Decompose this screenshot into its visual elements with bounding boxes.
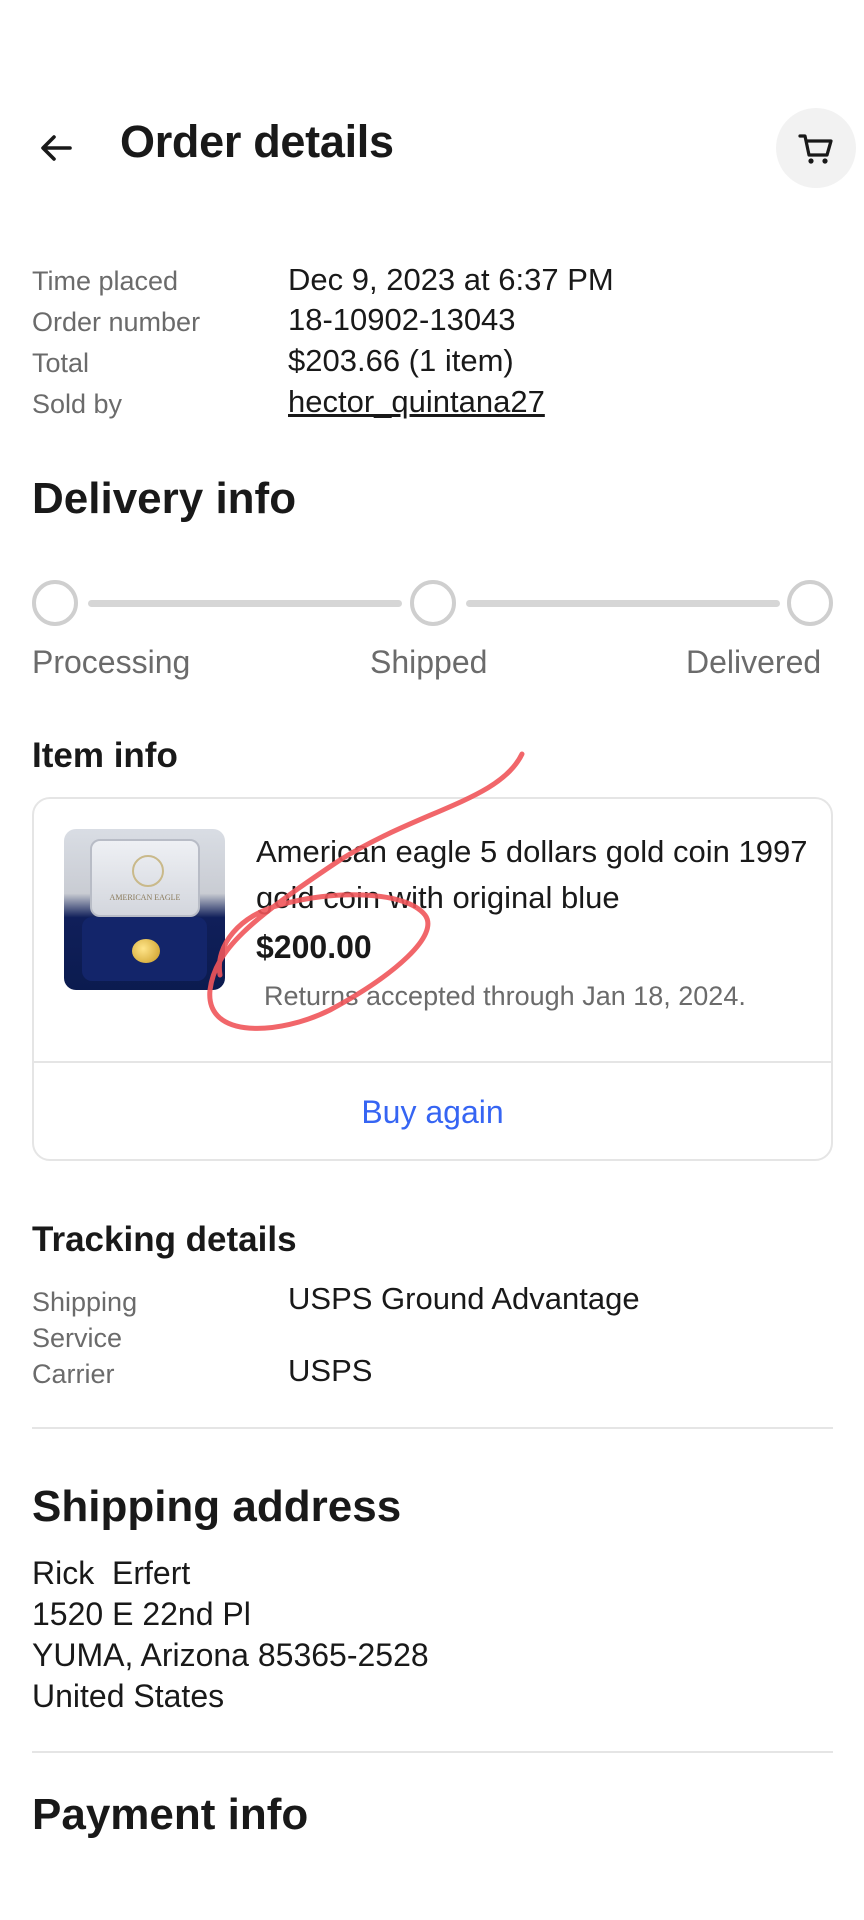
arrow-left-icon bbox=[41, 135, 72, 161]
section-divider bbox=[32, 1427, 833, 1429]
delivery-info-heading: Delivery info bbox=[32, 474, 297, 523]
shipping-service-label: Shipping Service bbox=[32, 1287, 138, 1353]
address-street: 1520 E 22nd Pl bbox=[32, 1596, 251, 1632]
cart-icon bbox=[798, 134, 833, 164]
box-lid-caption: AMERICAN EAGLE bbox=[109, 893, 181, 902]
item-card[interactable]: AMERICAN EAGLE American eagle 5 dollars … bbox=[32, 797, 833, 1161]
shipping-service-value: USPS Ground Advantage bbox=[288, 1281, 640, 1316]
order-number-value: 18-10902-13043 bbox=[288, 302, 516, 337]
address-city-line: YUMA, Arizona 85365-2528 bbox=[32, 1637, 429, 1673]
returns-note: Returns accepted through Jan 18, 2024. bbox=[264, 981, 746, 1011]
total-label: Total bbox=[32, 348, 90, 378]
sold-by-label: Sold by bbox=[32, 389, 123, 419]
total-value: $203.66 (1 item) bbox=[288, 343, 514, 378]
progress-track bbox=[466, 600, 780, 607]
coin-box-lid: AMERICAN EAGLE bbox=[90, 839, 200, 917]
carrier-label: Carrier bbox=[32, 1359, 115, 1389]
back-button[interactable] bbox=[30, 122, 82, 174]
carrier-value: USPS bbox=[288, 1353, 373, 1388]
address-name: Rick Erfert bbox=[32, 1555, 191, 1591]
step-label-delivered: Delivered bbox=[686, 644, 822, 680]
item-info-heading: Item info bbox=[32, 736, 178, 775]
tracking-details-heading: Tracking details bbox=[32, 1220, 297, 1259]
order-number-label: Order number bbox=[32, 307, 201, 337]
step-label-processing: Processing bbox=[32, 644, 191, 680]
item-price: $200.00 bbox=[256, 929, 372, 965]
item-thumbnail[interactable]: AMERICAN EAGLE bbox=[64, 829, 225, 990]
step-delivered-indicator bbox=[787, 580, 833, 626]
step-label-shipped: Shipped bbox=[370, 644, 488, 680]
cart-button[interactable] bbox=[776, 108, 856, 188]
time-placed-value: Dec 9, 2023 at 6:37 PM bbox=[288, 262, 614, 297]
item-title[interactable]: American eagle 5 dollars gold coin 1997 … bbox=[256, 829, 816, 921]
gold-coin bbox=[132, 939, 160, 963]
seller-link[interactable]: hector_quintana27 bbox=[288, 384, 545, 420]
page-title: Order details bbox=[120, 116, 394, 167]
section-divider bbox=[32, 1751, 833, 1753]
address-country: United States bbox=[32, 1678, 225, 1714]
buy-again-button[interactable]: Buy again bbox=[34, 1063, 831, 1159]
step-processing-indicator bbox=[32, 580, 78, 626]
time-placed-label: Time placed bbox=[32, 266, 179, 296]
payment-info-heading: Payment info bbox=[32, 1790, 309, 1839]
step-shipped-indicator bbox=[410, 580, 456, 626]
progress-track bbox=[88, 600, 402, 607]
shipping-address-heading: Shipping address bbox=[32, 1482, 402, 1531]
